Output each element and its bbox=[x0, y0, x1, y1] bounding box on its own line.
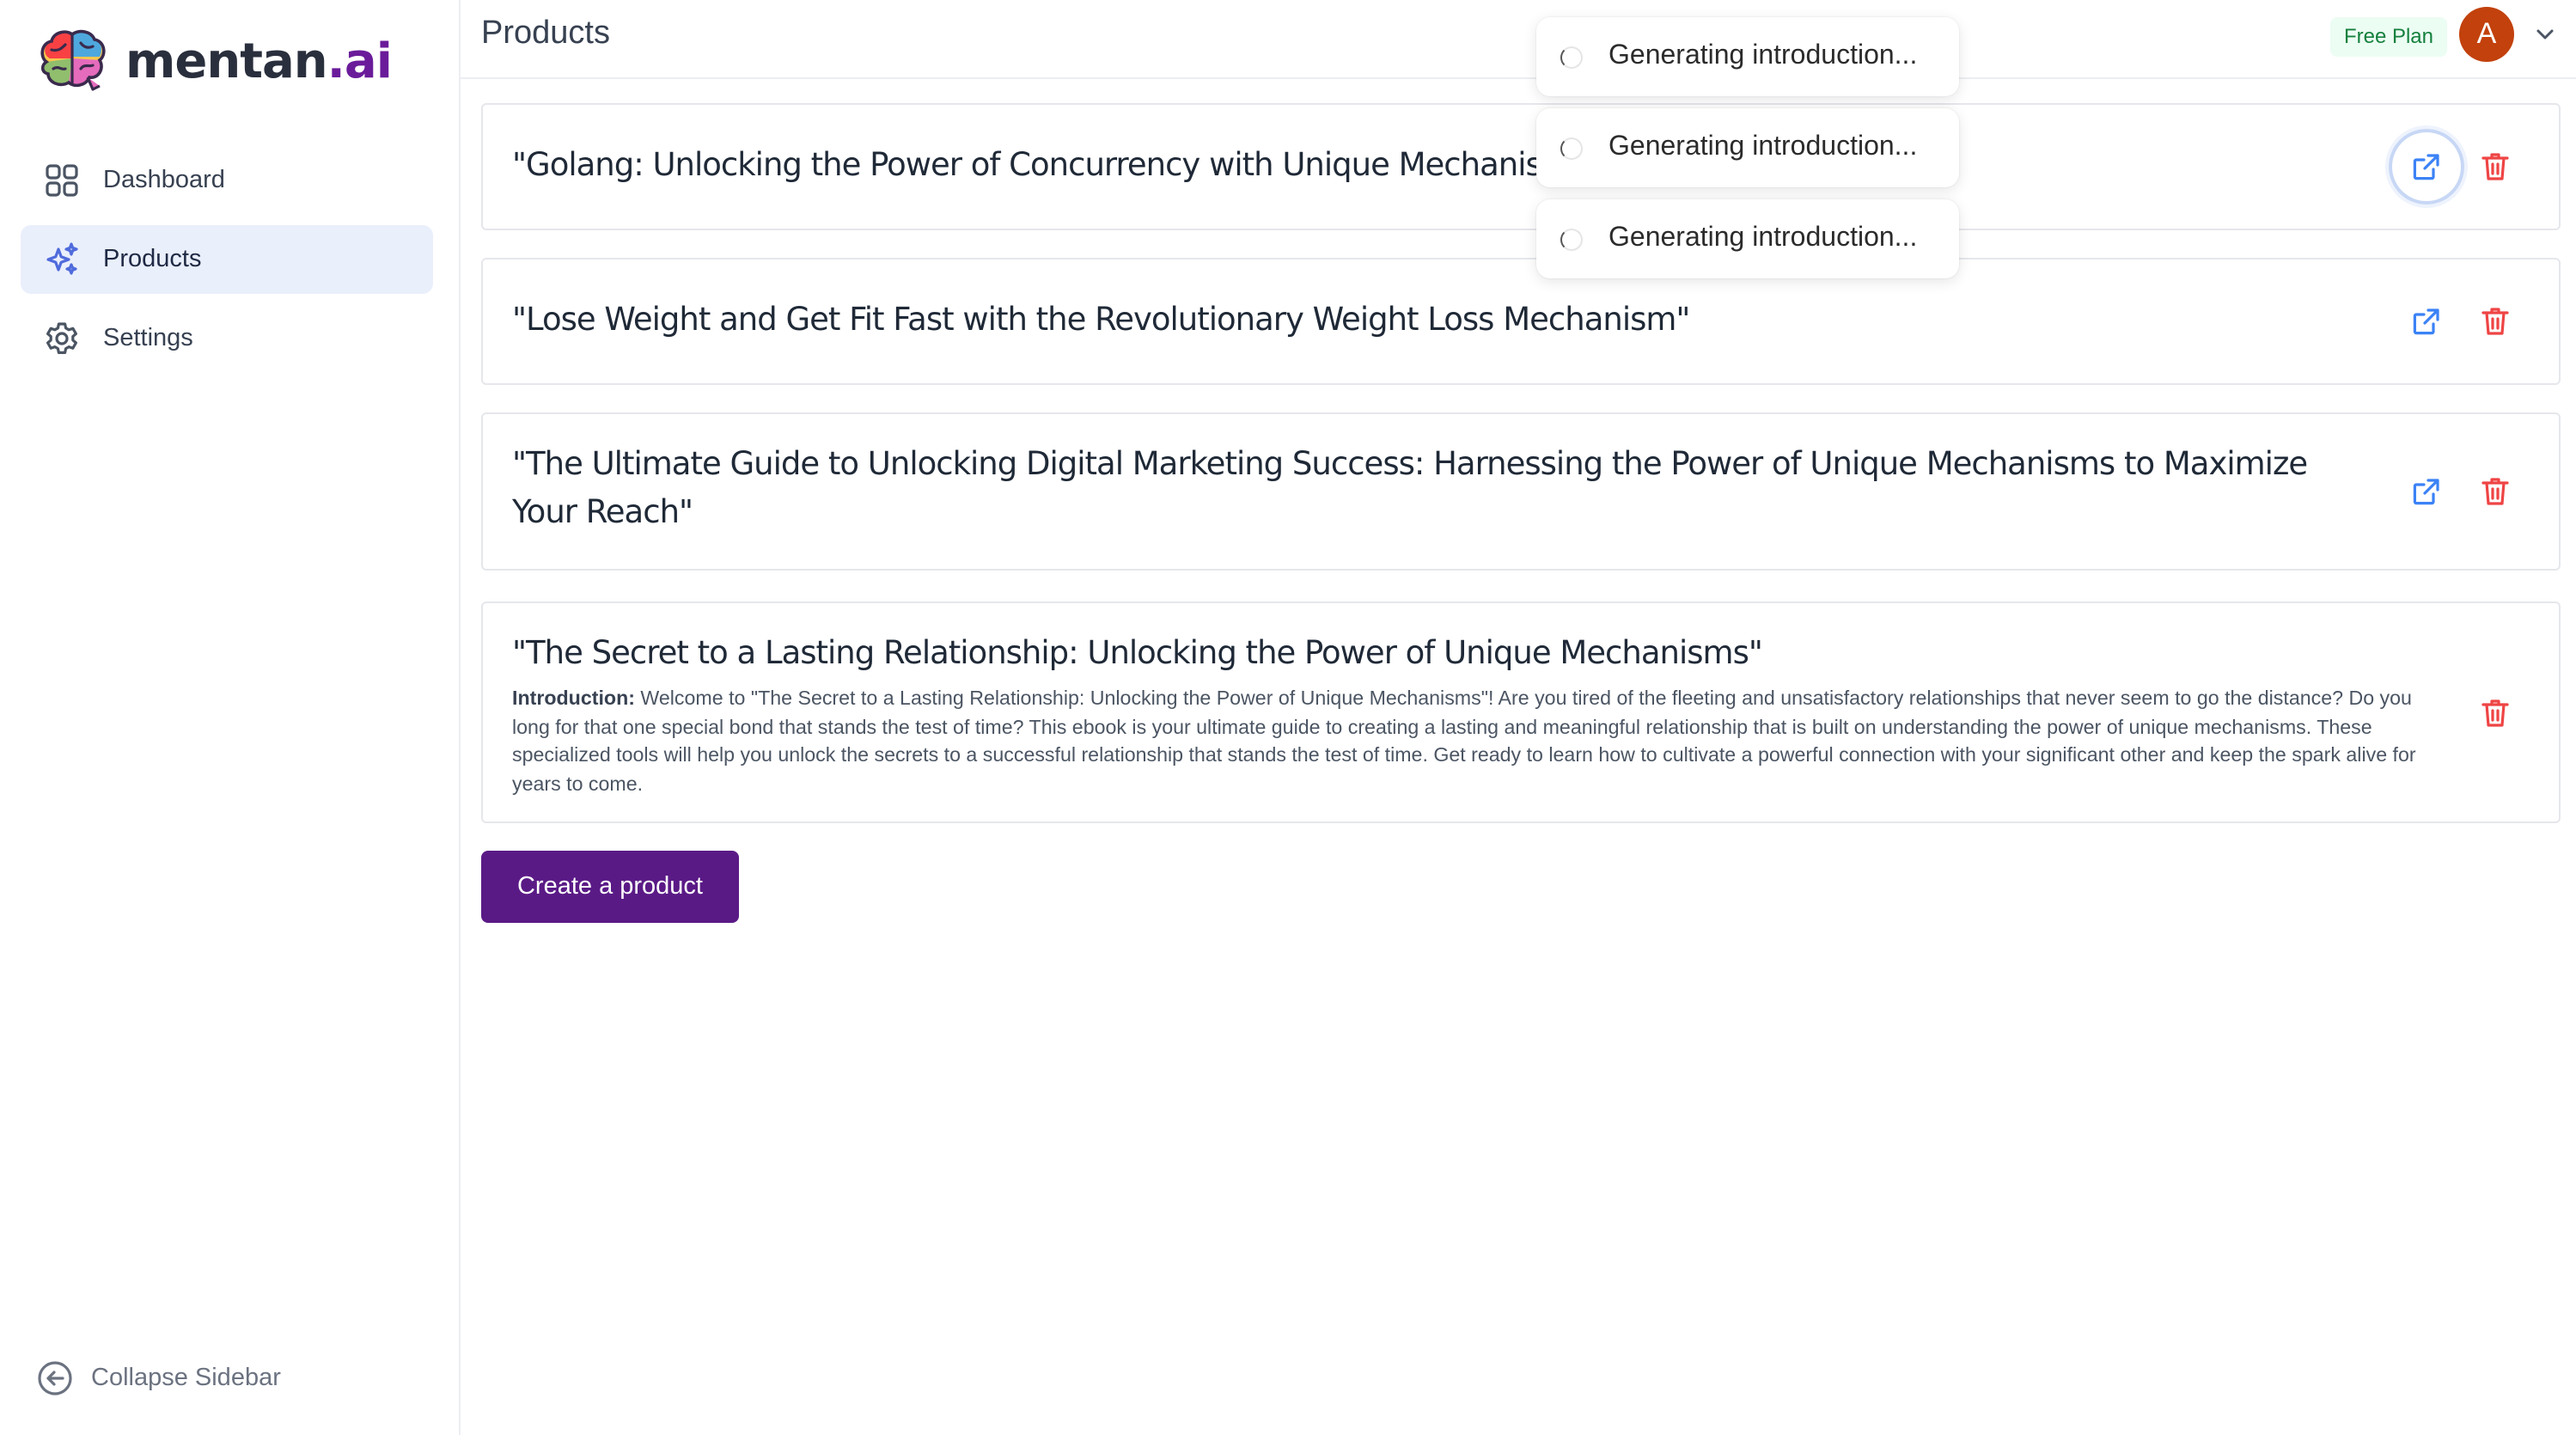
chevron-down-icon[interactable] bbox=[2533, 22, 2557, 46]
toast-notification: Generating introduction... bbox=[1536, 199, 1959, 278]
collapse-sidebar-label: Collapse Sidebar bbox=[91, 1365, 281, 1392]
avatar[interactable]: A bbox=[2459, 7, 2514, 62]
main-content: Products Free Plan A "Golang: Unlocking … bbox=[461, 0, 2576, 1435]
loading-spinner-icon bbox=[1560, 137, 1583, 159]
toast-text: Generating introduction... bbox=[1608, 223, 1918, 253]
trash-icon bbox=[2481, 699, 2509, 727]
page-title: Products bbox=[481, 15, 610, 52]
external-edit-icon bbox=[2413, 154, 2439, 180]
sidebar-item-label: Settings bbox=[103, 325, 193, 352]
loading-spinner-icon bbox=[1560, 228, 1583, 250]
product-title: "Golang: Unlocking the Power of Concurre… bbox=[512, 148, 1602, 184]
sidebar: mentan.ai Dashboard Products Settings Co… bbox=[0, 0, 461, 1435]
edit-button[interactable] bbox=[2389, 454, 2464, 529]
product-card: "The Secret to a Lasting Relationship: U… bbox=[481, 601, 2561, 823]
brand-name-main: mentan bbox=[125, 32, 328, 89]
top-bar: Products Free Plan A bbox=[461, 0, 2576, 79]
sidebar-item-label: Dashboard bbox=[103, 167, 225, 194]
delete-button[interactable] bbox=[2457, 129, 2533, 205]
gear-icon bbox=[43, 320, 81, 357]
sidebar-item-dashboard[interactable]: Dashboard bbox=[21, 146, 433, 215]
toast-text: Generating introduction... bbox=[1608, 132, 1918, 162]
brand-name: mentan.ai bbox=[125, 32, 393, 89]
brand-logo[interactable]: mentan.ai bbox=[36, 24, 393, 96]
grid-icon bbox=[43, 162, 81, 199]
delete-button[interactable] bbox=[2457, 284, 2533, 359]
delete-button[interactable] bbox=[2457, 454, 2533, 529]
brain-logo-icon bbox=[40, 29, 106, 91]
product-title: "The Ultimate Guide to Unlocking Digital… bbox=[512, 447, 2308, 531]
sidebar-item-label: Products bbox=[103, 246, 202, 273]
toast-notification: Generating introduction... bbox=[1536, 17, 1959, 96]
toast-notification: Generating introduction... bbox=[1536, 108, 1959, 187]
create-product-button[interactable]: Create a product bbox=[481, 851, 739, 923]
external-edit-icon bbox=[2413, 308, 2439, 335]
product-card: "Lose Weight and Get Fit Fast with the R… bbox=[481, 258, 2561, 385]
introduction-label: Introduction: bbox=[512, 687, 635, 710]
introduction-text: Welcome to "The Secret to a Lasting Rela… bbox=[512, 687, 2416, 795]
toast-text: Generating introduction... bbox=[1608, 41, 1918, 70]
edit-button[interactable] bbox=[2389, 129, 2464, 205]
sidebar-item-settings[interactable]: Settings bbox=[21, 304, 433, 373]
product-title: "The Secret to a Lasting Relationship: U… bbox=[512, 636, 1763, 672]
trash-icon bbox=[2481, 308, 2509, 335]
sparkles-icon bbox=[43, 241, 81, 278]
trash-icon bbox=[2481, 478, 2509, 505]
sidebar-item-products[interactable]: Products bbox=[21, 225, 433, 294]
product-card: "Golang: Unlocking the Power of Concurre… bbox=[481, 103, 2561, 230]
arrow-left-circle-icon bbox=[38, 1361, 72, 1395]
collapse-sidebar-button[interactable]: Collapse Sidebar bbox=[36, 1359, 281, 1397]
edit-button[interactable] bbox=[2389, 284, 2464, 359]
loading-spinner-icon bbox=[1560, 46, 1583, 68]
plan-badge: Free Plan bbox=[2329, 17, 2447, 57]
product-card: "The Ultimate Guide to Unlocking Digital… bbox=[481, 412, 2561, 571]
product-introduction: Introduction: Welcome to "The Secret to … bbox=[512, 686, 2437, 799]
sidebar-nav: Dashboard Products Settings bbox=[21, 146, 433, 383]
brand-name-accent: .ai bbox=[327, 32, 393, 89]
trash-icon bbox=[2481, 153, 2509, 180]
delete-button[interactable] bbox=[2457, 675, 2533, 751]
product-title: "Lose Weight and Get Fit Fast with the R… bbox=[512, 302, 1690, 339]
external-edit-icon bbox=[2413, 479, 2439, 505]
